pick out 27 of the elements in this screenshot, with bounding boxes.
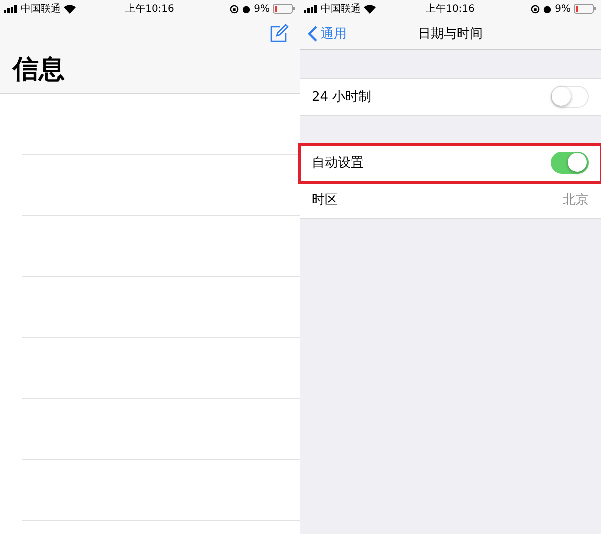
- carrier-name: 中国联通: [321, 2, 361, 16]
- setting-label: 自动设置: [312, 155, 364, 172]
- carrier-name: 中国联通: [21, 2, 61, 16]
- page-title: 信息: [13, 54, 65, 87]
- lock-rotation-icon: [230, 4, 240, 14]
- setting-value: 北京: [563, 192, 589, 209]
- battery-icon: [574, 4, 597, 14]
- wifi-icon: [64, 4, 76, 14]
- wifi-icon: [364, 4, 376, 14]
- toggle-switch[interactable]: [551, 152, 589, 174]
- signal-icon: [304, 5, 318, 13]
- back-button[interactable]: 通用: [308, 24, 347, 42]
- setting-label: 24 小时制: [312, 89, 372, 106]
- setting-label: 时区: [312, 192, 338, 209]
- compose-icon[interactable]: [270, 24, 289, 43]
- battery-percent: 9%: [254, 4, 270, 14]
- setting-row[interactable]: 24 小时制: [300, 79, 601, 115]
- nav-title: 日期与时间: [418, 26, 483, 42]
- setting-row[interactable]: 时区 北京: [300, 182, 601, 218]
- chevron-left-icon: [308, 26, 318, 42]
- battery-icon: [272, 4, 296, 14]
- highlighted-setting-row[interactable]: 自动设置: [300, 145, 601, 182]
- status-time: 上午10:16: [426, 2, 475, 16]
- battery-percent: 9%: [555, 4, 571, 14]
- signal-icon: [4, 5, 18, 13]
- status-time: 上午10:16: [126, 2, 174, 16]
- lock-rotation-icon: [531, 4, 540, 14]
